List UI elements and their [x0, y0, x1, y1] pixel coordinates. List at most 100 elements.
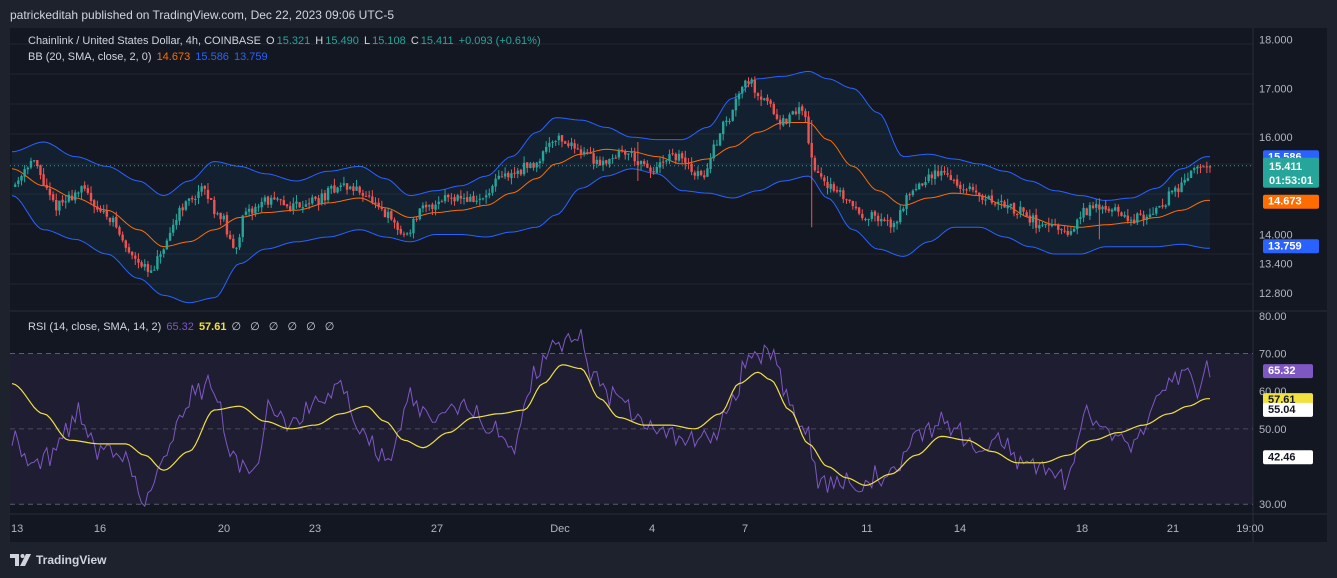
- candle-body: [630, 152, 633, 154]
- candle-body: [494, 178, 497, 187]
- candle-body: [936, 171, 940, 177]
- candle-body: [1113, 207, 1117, 211]
- candle-body: [744, 80, 747, 88]
- candle-body: [36, 160, 39, 167]
- candle-body: [172, 224, 175, 233]
- candle-body: [1050, 224, 1054, 227]
- candle-body: [17, 180, 20, 184]
- high-letter: H: [315, 35, 324, 47]
- rsi-label: RSI (14, close, SMA, 14, 2): [28, 321, 162, 333]
- candle-body: [320, 193, 323, 205]
- candle-body: [661, 161, 665, 163]
- candle-body: [55, 199, 58, 211]
- candle-body: [620, 149, 624, 151]
- candle-body: [605, 160, 608, 164]
- candle-body: [453, 197, 456, 202]
- candle-body: [140, 262, 143, 267]
- candle-body: [570, 142, 573, 147]
- candle-body: [260, 201, 263, 208]
- candle-body: [1186, 178, 1190, 181]
- candle-body: [238, 237, 241, 248]
- candle-body: [778, 119, 782, 125]
- candle-body: [759, 96, 763, 100]
- candle-body: [393, 219, 396, 223]
- candle-body: [1126, 215, 1130, 221]
- candle-body: [545, 146, 548, 152]
- candle-body: [216, 213, 219, 215]
- candle-body: [58, 200, 61, 211]
- candle-body: [146, 264, 150, 272]
- candle-body: [696, 171, 700, 177]
- candle-body: [488, 193, 491, 196]
- candle-body: [750, 79, 753, 84]
- candle-body: [415, 218, 418, 220]
- candle-body: [32, 160, 36, 162]
- candle-body: [301, 207, 305, 209]
- time-tick-label: 27: [431, 523, 443, 535]
- candle-body: [45, 184, 48, 189]
- candle-body: [89, 192, 93, 202]
- candle-body: [873, 211, 877, 216]
- candle-body: [658, 162, 662, 168]
- candle-body: [595, 159, 598, 165]
- candle-body: [538, 161, 542, 164]
- chart-area[interactable]: 18.000 17.000 16.000 14.000 13.400 12.800 15.5…: [10, 28, 1327, 542]
- candle-body: [820, 173, 823, 177]
- time-tick-label: 11: [861, 523, 872, 535]
- candle-body: [728, 121, 731, 123]
- candle-body: [838, 190, 842, 192]
- candle-body: [190, 197, 194, 200]
- candle-body: [257, 206, 260, 208]
- candle-body: [690, 163, 693, 172]
- candle-body: [137, 258, 140, 263]
- candle-body: [671, 153, 674, 155]
- candle-body: [481, 198, 485, 200]
- candle-body: [209, 198, 213, 200]
- candle-body: [194, 198, 197, 200]
- candle-body: [77, 192, 80, 194]
- candle-body: [1177, 188, 1180, 193]
- candle-body: [914, 189, 918, 191]
- candle-body: [870, 212, 873, 219]
- candle-body: [111, 217, 115, 223]
- candle-body: [459, 195, 463, 199]
- candle-body: [1088, 204, 1092, 216]
- time-tick-label: 14: [954, 523, 966, 535]
- candle-body: [513, 172, 516, 174]
- candle-body: [930, 174, 934, 179]
- candle-body: [1167, 191, 1171, 206]
- candle-body: [424, 204, 428, 208]
- candle-body: [826, 181, 829, 188]
- candle-body: [782, 118, 785, 126]
- candle-body: [206, 189, 210, 199]
- tradingview-brand[interactable]: TradingView: [10, 553, 106, 567]
- candle-body: [1183, 179, 1186, 183]
- candle-body: [187, 198, 191, 201]
- chart-canvas[interactable]: 18.00017.00016.00014.00013.40012.80015.5…: [10, 28, 1327, 542]
- candle-body: [121, 234, 124, 241]
- time-tick-label: 20: [218, 523, 230, 535]
- candle-body: [535, 162, 538, 168]
- candle-body: [608, 158, 611, 165]
- candle-body: [361, 192, 365, 196]
- candle-body: [383, 209, 387, 218]
- candle-body: [465, 197, 469, 202]
- candle-body: [371, 196, 374, 203]
- candle-body: [842, 190, 845, 200]
- candle-body: [74, 192, 77, 201]
- bb-label: BB (20, SMA, close, 2, 0): [28, 51, 152, 63]
- candle-body: [709, 158, 712, 169]
- candle-body: [377, 202, 380, 208]
- candle-body: [307, 203, 311, 205]
- candle-body: [266, 196, 270, 205]
- candle-body: [1072, 228, 1076, 232]
- candle-body: [563, 141, 567, 144]
- candle-body: [706, 168, 709, 177]
- candle-body: [251, 208, 254, 214]
- candle-body: [1145, 216, 1148, 220]
- candle-body: [282, 200, 286, 206]
- candle-body: [680, 153, 684, 159]
- bb-upper-value: 15.586: [195, 51, 229, 63]
- candle-body: [1148, 214, 1152, 218]
- candle-body: [677, 153, 681, 161]
